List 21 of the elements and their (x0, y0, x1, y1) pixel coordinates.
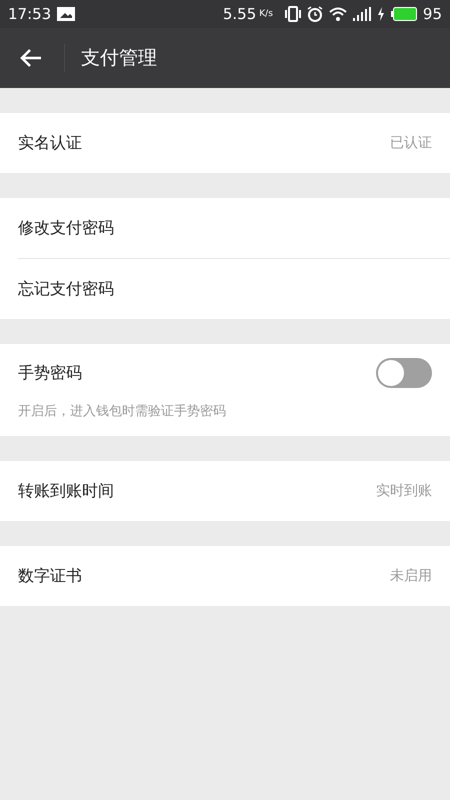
signal-icon (352, 7, 371, 21)
settings-row[interactable]: 转账到账时间 实时到账 (0, 461, 450, 521)
settings-row[interactable]: 修改支付密码 (0, 198, 450, 258)
wifi-icon (328, 7, 347, 21)
speed-unit: K/s (259, 9, 273, 19)
battery-percent: 95 (422, 5, 442, 23)
battery-icon (390, 7, 417, 21)
settings-row[interactable]: 数字证书 未启用 (0, 546, 450, 606)
page-title: 支付管理 (81, 46, 157, 71)
alarm-icon (306, 6, 323, 22)
charging-icon (376, 7, 385, 21)
hint-text: 开启后，进入钱包时需验证手势密码 (18, 403, 227, 420)
setting-label: 手势密码 (18, 362, 82, 384)
status-time: 17:53 (8, 5, 52, 23)
back-arrow-icon[interactable] (20, 48, 42, 68)
vibrate-icon (284, 6, 301, 22)
settings-row[interactable]: 忘记支付密码 (0, 259, 450, 319)
toggle-switch[interactable] (376, 358, 432, 388)
settings-row[interactable]: 实名认证 已认证 (0, 113, 450, 173)
network-speed: 5.55 (222, 5, 256, 23)
image-icon (57, 7, 76, 21)
